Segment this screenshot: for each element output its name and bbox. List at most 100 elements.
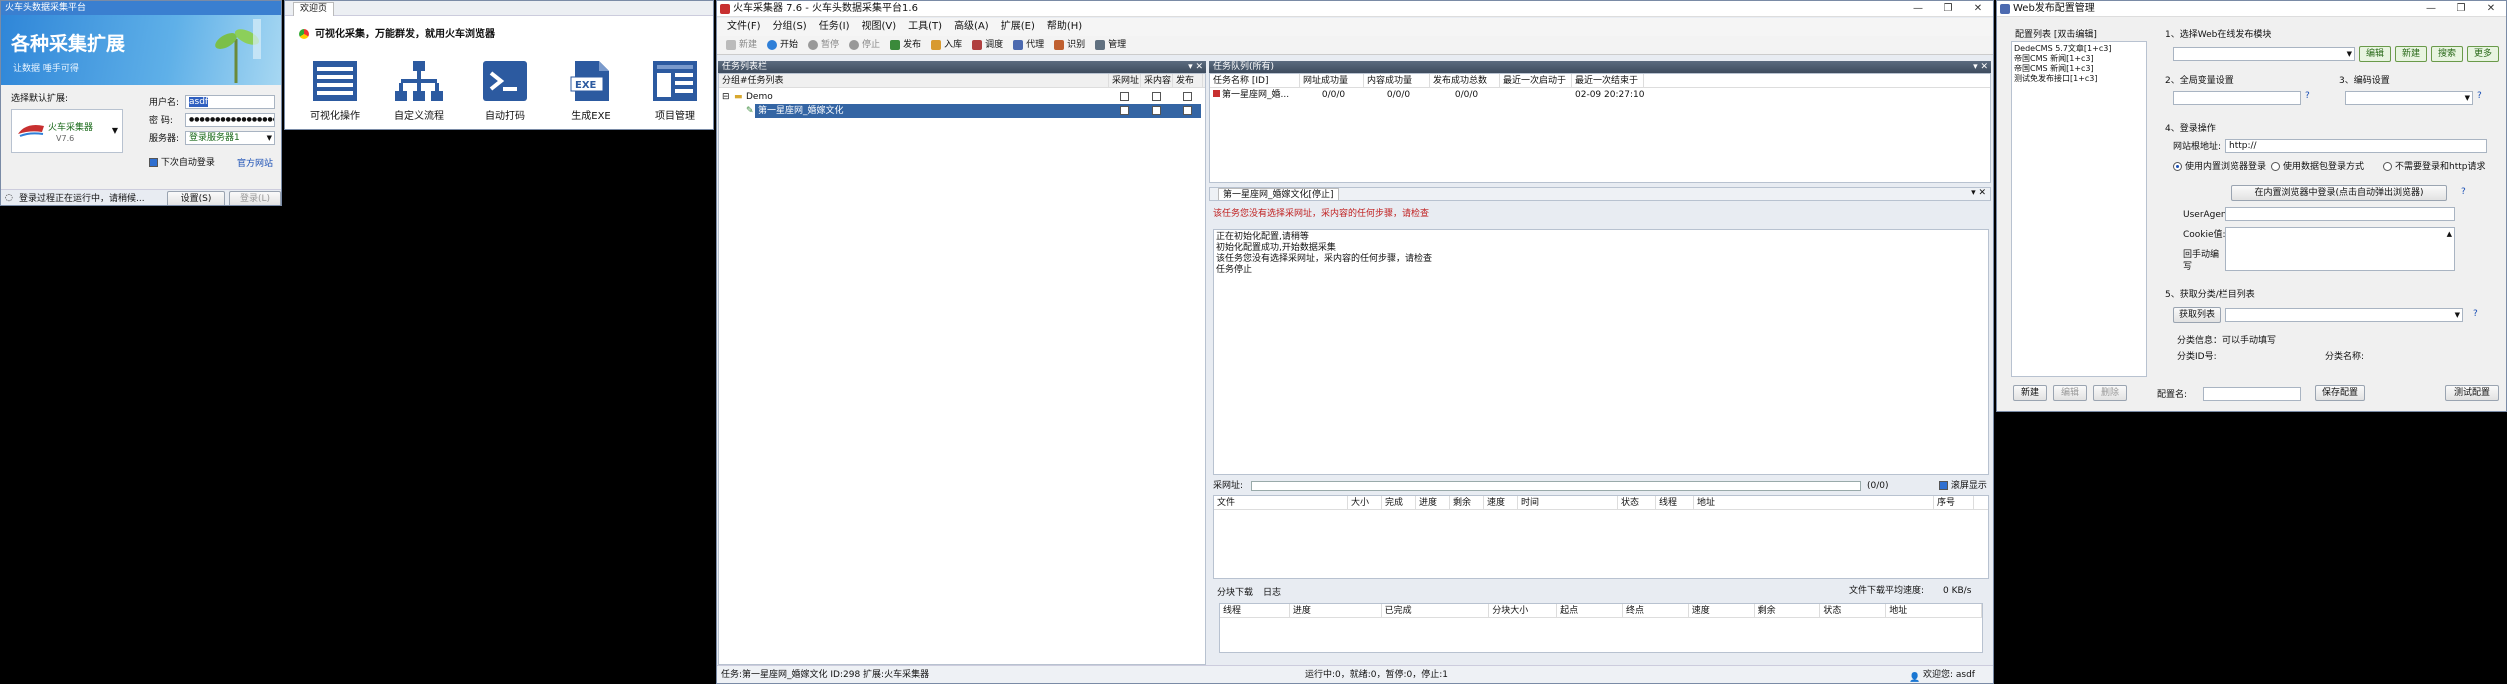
group-publish-check[interactable] — [1171, 90, 1201, 104]
config-edit-button[interactable]: 编辑 — [2053, 385, 2087, 401]
log-panel-close-icon[interactable]: ▾ ✕ — [1971, 188, 1986, 198]
tool-new[interactable]: 新建 — [721, 37, 762, 53]
password-input[interactable]: ●●●●●●●●●●●●●●●●●● — [185, 113, 275, 127]
block-col-speed[interactable]: 速度 — [1689, 604, 1755, 617]
test-config-button[interactable]: 测试配置 — [2445, 385, 2499, 401]
settings-button[interactable]: 设置(S) — [167, 191, 225, 205]
block-col-remain[interactable]: 剩余 — [1755, 604, 1821, 617]
file-col-remain[interactable]: 剩余 — [1450, 496, 1484, 509]
tab-log[interactable]: 日志 — [1263, 587, 1281, 599]
open-browser-login-button[interactable]: 在内置浏览器中登录(点击自动弹出浏览器) — [2231, 185, 2447, 201]
tool-schedule[interactable]: 调度 — [967, 37, 1008, 53]
file-col-size[interactable]: 大小 — [1348, 496, 1382, 509]
radio-no-login[interactable]: 不需要登录和http请求 — [2383, 161, 2485, 173]
col-url[interactable]: 采网址 — [1109, 74, 1141, 87]
tool-import[interactable]: 入库 — [926, 37, 967, 53]
log-tab[interactable]: 第一星座网_婚嫁文化[停止] — [1218, 188, 1339, 200]
extension-selector[interactable]: 火车采集器 V7.6 ▼ — [11, 109, 123, 153]
block-col-end[interactable]: 终点 — [1623, 604, 1689, 617]
close-icon[interactable]: ✕ — [1963, 1, 1993, 16]
menu-advanced[interactable]: 高级(A) — [948, 18, 995, 36]
queue-panel-close-icon[interactable]: ▾ ✕ — [1973, 61, 1988, 73]
file-col-index[interactable]: 序号 — [1934, 496, 1974, 509]
publish-maximize-icon[interactable]: ❐ — [2446, 1, 2476, 16]
global-vars-input[interactable] — [2173, 91, 2301, 105]
group-content-check[interactable] — [1139, 90, 1171, 104]
tool-proxy[interactable]: 代理 — [1008, 37, 1049, 53]
login-titlebar[interactable]: 火车头数据采集平台 — [1, 1, 281, 15]
config-list[interactable]: DedeCMS 5.7文章[1+c3] 帝国CMS 新闻[1+c3] 帝国CMS… — [2011, 41, 2147, 377]
module-edit-button[interactable]: 编辑 — [2359, 46, 2391, 62]
maximize-icon[interactable]: ❐ — [1933, 1, 1963, 16]
menu-view[interactable]: 视图(V) — [855, 18, 902, 36]
tool-publish[interactable]: 发布 — [885, 37, 926, 53]
item-content-check[interactable] — [1139, 104, 1171, 118]
expand-icon[interactable]: ⊟ — [719, 90, 731, 104]
tool-manage[interactable]: 管理 — [1090, 37, 1131, 53]
useragent-input[interactable] — [2225, 207, 2455, 221]
launch-visual[interactable]: 可视化操作 — [295, 59, 375, 122]
launch-project[interactable]: 项目管理 — [635, 59, 713, 122]
menu-file[interactable]: 文件(F) — [721, 18, 767, 36]
site-root-input[interactable]: http:// — [2225, 139, 2487, 153]
cookie-input[interactable]: ▲ — [2225, 227, 2455, 271]
module-search-button[interactable]: 搜索 — [2431, 46, 2463, 62]
file-col-done[interactable]: 完成 — [1382, 496, 1416, 509]
menu-task[interactable]: 任务(I) — [813, 18, 856, 36]
queue-col-end[interactable]: 最近一次结束于 — [1572, 74, 1644, 87]
item-publish-check[interactable] — [1171, 104, 1201, 118]
block-col-address[interactable]: 地址 — [1886, 604, 1982, 617]
queue-col-publish[interactable]: 发布成功总数 — [1430, 74, 1500, 87]
queue-col-url[interactable]: 网址成功量 — [1300, 74, 1364, 87]
menu-help[interactable]: 帮助(H) — [1041, 18, 1088, 36]
tool-pause[interactable]: 暂停 — [803, 37, 844, 53]
cookie-scroll-icon[interactable]: ▲ — [2447, 228, 2452, 240]
encoding-help-icon[interactable]: ? — [2477, 91, 2482, 101]
publish-close-icon[interactable]: ✕ — [2476, 1, 2506, 16]
task-group-row[interactable]: ⊟ ▬ Demo — [719, 90, 1205, 104]
file-col-status[interactable]: 状态 — [1618, 496, 1656, 509]
block-col-done[interactable]: 已完成 — [1382, 604, 1490, 617]
col-task[interactable]: 分组#任务列表 — [719, 74, 1109, 87]
file-col-address[interactable]: 地址 — [1694, 496, 1934, 509]
col-content[interactable]: 采内容 — [1141, 74, 1173, 87]
launch-exe[interactable]: EXE 生成EXE — [551, 59, 631, 122]
tab-block-download[interactable]: 分块下载 — [1217, 587, 1253, 599]
radio-builtin-browser[interactable]: 使用内置浏览器登录 — [2173, 161, 2266, 173]
tool-recognize[interactable]: 识别 — [1049, 37, 1090, 53]
file-col-time[interactable]: 时间 — [1518, 496, 1618, 509]
col-publish[interactable]: 发布 — [1173, 74, 1203, 87]
config-new-button[interactable]: 新建 — [2013, 385, 2047, 401]
main-titlebar[interactable]: 火车采集器 7.6 - 火车头数据采集平台1.6 — ❐ ✕ — [717, 1, 1993, 17]
scroll-checkbox[interactable]: 滚屏显示 — [1939, 480, 1987, 492]
queue-col-name[interactable]: 任务名称 [ID] — [1210, 74, 1300, 87]
publish-titlebar[interactable]: Web发布配置管理 — ❐ ✕ — [1997, 1, 2506, 17]
config-name-input[interactable] — [2203, 387, 2301, 401]
get-list-button[interactable]: 获取列表 — [2173, 307, 2221, 323]
minimize-icon[interactable]: — — [1903, 1, 1933, 16]
config-delete-button[interactable]: 删除 — [2093, 385, 2127, 401]
group-url-check[interactable] — [1107, 90, 1139, 104]
file-col-speed[interactable]: 速度 — [1484, 496, 1518, 509]
category-select[interactable]: ▼ — [2225, 308, 2463, 322]
block-col-status[interactable]: 状态 — [1820, 604, 1887, 617]
block-col-size[interactable]: 分块大小 — [1489, 604, 1558, 617]
queue-row[interactable]: 第一星座网_婚... 0/0/0 0/0/0 0/0/0 02-09 20:27… — [1210, 88, 1990, 102]
tool-stop[interactable]: 停止 — [844, 37, 885, 53]
menu-group[interactable]: 分组(S) — [767, 18, 813, 36]
official-site-link[interactable]: 官方网站 — [237, 158, 273, 170]
block-col-start[interactable]: 起点 — [1557, 604, 1623, 617]
config-item-3[interactable]: 帝国CMS 新闻[1+c3] — [2014, 64, 2144, 74]
publish-minimize-icon[interactable]: — — [2416, 1, 2446, 16]
username-input[interactable]: asdf — [185, 95, 275, 109]
tool-start[interactable]: 开始 — [762, 37, 803, 53]
login-button[interactable]: 登录(L) — [229, 191, 281, 205]
file-col-file[interactable]: 文件 — [1214, 496, 1348, 509]
radio-packet-login[interactable]: 使用数据包登录方式 — [2271, 161, 2364, 173]
launch-captcha[interactable]: 自动打码 — [465, 59, 545, 122]
global-vars-help-icon[interactable]: ? — [2305, 91, 2310, 101]
menu-extension[interactable]: 扩展(E) — [995, 18, 1041, 36]
block-col-progress[interactable]: 进度 — [1290, 604, 1382, 617]
queue-col-content[interactable]: 内容成功量 — [1364, 74, 1430, 87]
encoding-select[interactable]: ▼ — [2345, 91, 2473, 105]
